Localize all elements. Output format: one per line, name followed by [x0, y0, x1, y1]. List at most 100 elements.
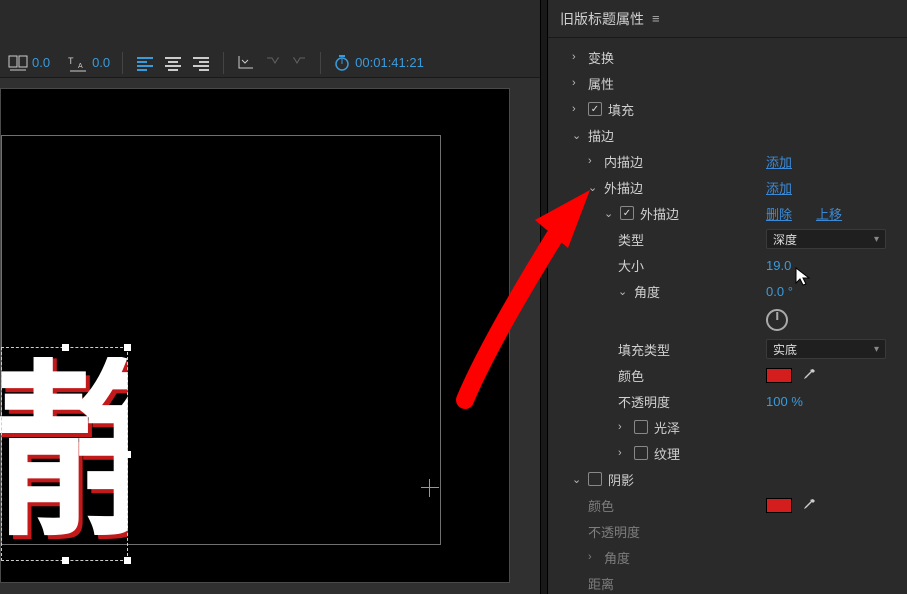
section-stroke[interactable]: ⌄ 描边 — [548, 122, 907, 148]
panel-menu-icon[interactable]: ≡ — [652, 11, 660, 26]
center-cross-h — [421, 487, 439, 488]
twisty-collapsed-icon: › — [588, 155, 600, 167]
panel-title-text: 旧版标题属性 — [560, 9, 644, 29]
section-label: 属性 — [588, 74, 614, 93]
section-label: 变换 — [588, 48, 614, 67]
timecode-control[interactable]: 00:01:41:21 — [333, 54, 424, 72]
row-sheen[interactable]: › 光泽 — [548, 414, 907, 440]
row-label: 纹理 — [654, 444, 680, 463]
svg-text:A: A — [78, 63, 83, 70]
section-label: 填充 — [608, 100, 634, 119]
twisty-collapsed-icon: › — [618, 421, 630, 433]
panel-splitter[interactable] — [540, 0, 548, 594]
tab-stops-icon[interactable] — [236, 54, 256, 72]
angle-dial-icon[interactable] — [766, 309, 788, 331]
row-label: 颜色 — [618, 366, 644, 385]
tracking-ta-control[interactable]: TA 0.0 — [68, 54, 110, 72]
shadow-checkbox[interactable] — [588, 472, 602, 486]
twisty-expanded-icon: ⌄ — [618, 285, 630, 298]
row-angle-dial — [548, 304, 907, 336]
eyedropper-icon[interactable] — [802, 498, 816, 512]
eyedropper-icon[interactable] — [802, 368, 816, 382]
fill-checkbox[interactable] — [588, 102, 602, 116]
row-shadow-color: 颜色 — [548, 492, 907, 518]
fill-type-select[interactable]: 实底 ▾ — [766, 339, 886, 359]
row-stroke-angle[interactable]: ⌄ 角度 0.0 — [548, 278, 907, 304]
chevron-down-icon: ▾ — [874, 344, 879, 355]
align-left-icon[interactable] — [135, 55, 155, 71]
section-shadow[interactable]: ⌄ 阴影 — [548, 466, 907, 492]
select-value: 深度 — [773, 231, 797, 248]
selection-bounds[interactable] — [1, 347, 128, 561]
align-center-icon[interactable] — [163, 55, 183, 71]
shadow-color-swatch[interactable] — [766, 498, 792, 513]
properties-rows: › 变换 › 属性 › 填充 ⌄ 描边 › 内描边 添加 ⌄ 外描边 — [548, 38, 907, 594]
move-up-stroke-link[interactable]: 上移 — [816, 204, 842, 223]
row-outer-stroke-item[interactable]: ⌄ 外描边 删除 上移 — [548, 200, 907, 226]
stopwatch-icon — [333, 54, 351, 72]
show-video-off-icon[interactable] — [290, 55, 308, 71]
delete-stroke-link[interactable]: 删除 — [766, 204, 792, 223]
resize-handle-s[interactable] — [62, 557, 69, 564]
row-label: 外描边 — [640, 204, 679, 223]
twisty-expanded-icon: ⌄ — [604, 207, 616, 220]
row-label: 角度 — [604, 548, 630, 567]
tracking-va-value[interactable]: 0.0 — [32, 55, 50, 70]
tracking-va-control[interactable]: 0.0 — [8, 55, 50, 71]
timecode-value[interactable]: 00:01:41:21 — [355, 55, 424, 70]
twisty-collapsed-icon: › — [572, 103, 584, 115]
legacy-title-properties-panel: 旧版标题属性 ≡ › 变换 › 属性 › 填充 ⌄ 描边 › 内描边 添加 — [548, 0, 907, 594]
title-safe-outer: 静 静 — [0, 88, 510, 583]
section-transform[interactable]: › 变换 — [548, 44, 907, 70]
row-texture[interactable]: › 纹理 — [548, 440, 907, 466]
sheen-checkbox[interactable] — [634, 420, 648, 434]
row-shadow-angle[interactable]: › 角度 — [548, 544, 907, 570]
row-label: 光泽 — [654, 418, 680, 437]
select-value: 实底 — [773, 341, 797, 358]
section-label: 阴影 — [608, 470, 634, 489]
stroke-size-value[interactable]: 19.0 — [766, 258, 816, 273]
twisty-collapsed-icon: › — [618, 447, 630, 459]
row-stroke-color: 颜色 — [548, 362, 907, 388]
row-inner-stroke[interactable]: › 内描边 添加 — [548, 148, 907, 174]
row-label: 角度 — [634, 282, 660, 301]
resize-handle-e[interactable] — [124, 451, 131, 458]
add-outer-stroke-link[interactable]: 添加 — [766, 178, 792, 197]
row-stroke-size: 大小 19.0 — [548, 252, 907, 278]
twisty-expanded-icon: ⌄ — [572, 129, 584, 142]
resize-handle-se[interactable] — [124, 557, 131, 564]
row-shadow-distance: 距离 — [548, 570, 907, 594]
show-video-behind-icon[interactable] — [264, 55, 282, 71]
row-label: 内描边 — [604, 152, 643, 171]
row-label: 类型 — [618, 230, 644, 249]
section-attributes[interactable]: › 属性 — [548, 70, 907, 96]
add-inner-stroke-link[interactable]: 添加 — [766, 152, 792, 171]
resize-handle-n[interactable] — [62, 344, 69, 351]
row-label: 不透明度 — [588, 522, 640, 541]
twisty-collapsed-icon: › — [588, 551, 600, 563]
title-canvas[interactable]: 静 静 — [0, 78, 540, 594]
row-fill-type: 填充类型 实底 ▾ — [548, 336, 907, 362]
row-stroke-type: 类型 深度 ▾ — [548, 226, 907, 252]
stroke-color-swatch[interactable] — [766, 368, 792, 383]
toolbar-separator — [122, 52, 123, 74]
row-stroke-opacity: 不透明度 100 — [548, 388, 907, 414]
twisty-expanded-icon: ⌄ — [572, 473, 584, 486]
tracking-va-icon — [8, 55, 28, 71]
stroke-opacity-value[interactable]: 100 — [766, 394, 816, 409]
section-label: 描边 — [588, 126, 614, 145]
tracking-ta-value[interactable]: 0.0 — [92, 55, 110, 70]
title-toolbar: 0.0 TA 0.0 00:01:41:21 — [0, 0, 540, 78]
twisty-expanded-icon: ⌄ — [588, 181, 600, 194]
stroke-type-select[interactable]: 深度 ▾ — [766, 229, 886, 249]
resize-handle-ne[interactable] — [124, 344, 131, 351]
panel-header: 旧版标题属性 ≡ — [548, 0, 907, 38]
section-fill[interactable]: › 填充 — [548, 96, 907, 122]
stroke-angle-value[interactable]: 0.0 — [766, 284, 816, 299]
row-outer-stroke-group[interactable]: ⌄ 外描边 添加 — [548, 174, 907, 200]
row-shadow-opacity: 不透明度 — [548, 518, 907, 544]
align-right-icon[interactable] — [191, 55, 211, 71]
texture-checkbox[interactable] — [634, 446, 648, 460]
row-label: 不透明度 — [618, 392, 670, 411]
outer-stroke-checkbox[interactable] — [620, 206, 634, 220]
